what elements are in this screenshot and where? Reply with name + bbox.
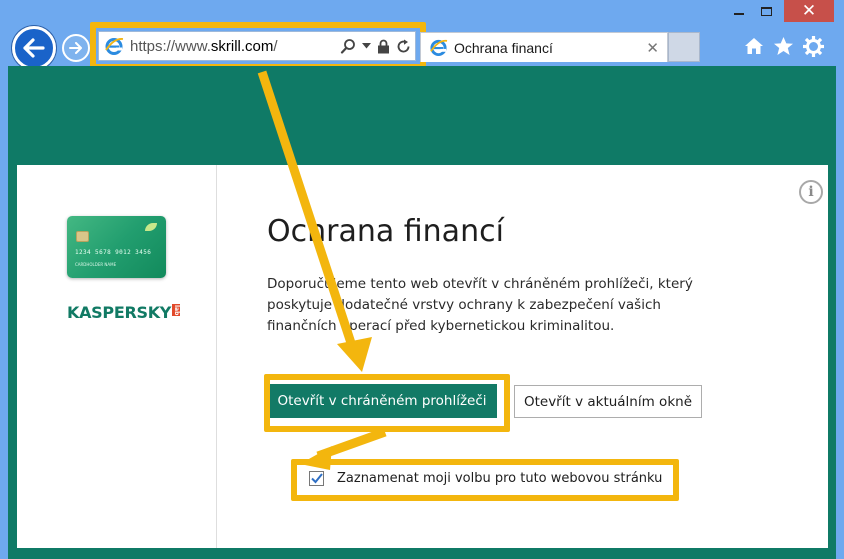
tab-close-icon[interactable]: ✕ — [646, 39, 659, 57]
kaspersky-logo: KASPERSKY lab — [67, 303, 181, 322]
primary-button-highlight — [264, 374, 510, 432]
ie-logo-icon — [430, 39, 448, 57]
close-icon: ✕ — [801, 1, 817, 21]
minimize-button[interactable] — [726, 0, 752, 22]
leaf-icon — [145, 223, 157, 231]
branding-pane: 1234 5678 9012 3456 CARDHOLDER NAME KASP… — [17, 165, 217, 548]
card-number: 1234 5678 9012 3456 — [75, 249, 152, 256]
new-tab-button[interactable] — [668, 32, 700, 62]
dialog-title: Ochrana financí — [267, 214, 504, 249]
brand-lab-badge: lab — [172, 304, 181, 317]
maximize-icon — [760, 6, 772, 16]
brand-name: KASPERSKY — [67, 303, 172, 322]
close-window-button[interactable]: ✕ — [784, 0, 834, 22]
arrow-right-icon — [69, 42, 82, 54]
card-holder: CARDHOLDER NAME — [75, 262, 117, 267]
checkbox-highlight — [291, 459, 679, 501]
minimize-icon — [734, 13, 744, 15]
dialog-description: Doporučujeme tento web otevřít v chráněn… — [267, 276, 693, 334]
forward-button[interactable] — [62, 34, 90, 62]
card-chip-icon — [76, 231, 89, 242]
home-icon[interactable] — [744, 36, 764, 56]
maximize-button[interactable] — [752, 0, 780, 22]
info-icon[interactable]: i — [799, 180, 823, 204]
bank-card-image: 1234 5678 9012 3456 CARDHOLDER NAME — [67, 216, 166, 278]
browser-toolbar — [744, 34, 828, 58]
back-button[interactable] — [12, 26, 56, 70]
tab-ochrana-financi[interactable]: Ochrana financí ✕ — [420, 32, 668, 62]
address-bar-highlight — [90, 22, 426, 70]
open-current-window-button[interactable]: Otevřít v aktuálním okně — [514, 385, 702, 418]
tab-title: Ochrana financí — [454, 39, 553, 56]
favorites-star-icon[interactable] — [773, 36, 794, 56]
gear-icon[interactable] — [803, 35, 824, 57]
arrow-left-icon — [23, 38, 45, 58]
